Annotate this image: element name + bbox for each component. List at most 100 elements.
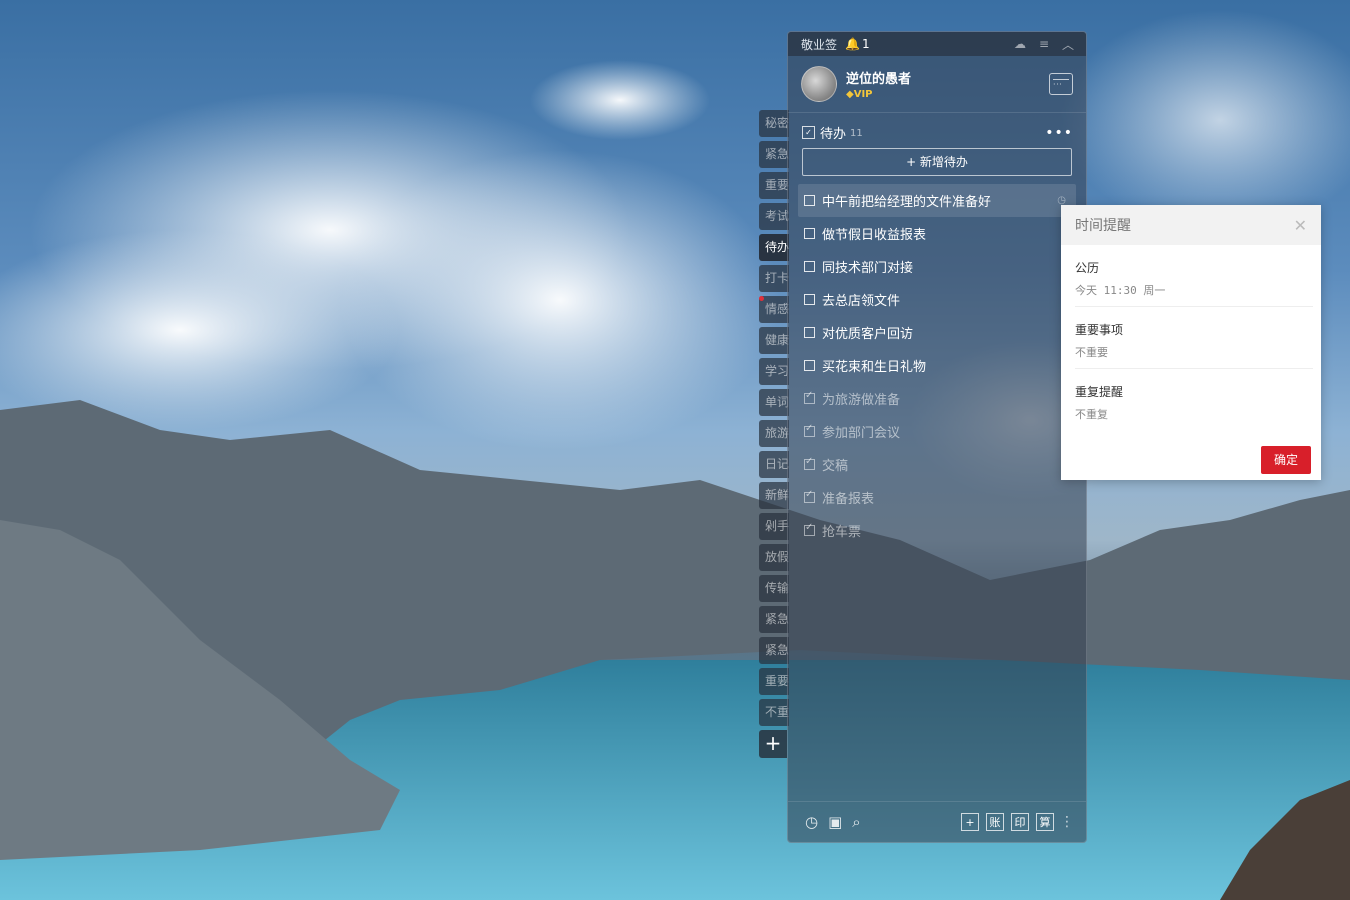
todo-checkbox[interactable] <box>804 360 815 371</box>
reminder-date-row[interactable]: 公历 今天 11:30 周一 <box>1075 245 1313 307</box>
row-label: 重复提醒 <box>1075 385 1124 399</box>
menu-icon[interactable]: ≡ <box>1034 37 1054 51</box>
avatar[interactable] <box>801 66 837 102</box>
row-value: 今天 11:30 周一 <box>1075 284 1166 297</box>
tab-category[interactable]: 日记 <box>759 451 789 478</box>
search-icon[interactable]: ⌕ <box>852 813 860 831</box>
todo-item[interactable]: 对优质客户回访 <box>788 316 1086 349</box>
calendar-icon[interactable] <box>1049 73 1073 95</box>
tab-category[interactable]: 重要 <box>759 172 789 199</box>
row-label: 公历 <box>1075 261 1100 275</box>
tab-category[interactable]: 学习 <box>759 358 789 385</box>
more-vertical-icon[interactable]: ⋮ <box>1060 814 1074 830</box>
section-title: 待办 <box>820 127 847 142</box>
tab-category[interactable]: 新鲜 <box>759 482 789 509</box>
todo-label: 同技术部门对接 <box>822 261 914 276</box>
notes-panel: 敬业签 🔔 1 ☁ ≡ ︿ 逆位的愚者 ◆VIP ✓ 待办 11 ••• + 新… <box>787 31 1087 843</box>
profile-header: 逆位的愚者 ◆VIP <box>788 56 1086 113</box>
panel-footer: ◷ ▣ ⌕ + 账 印 算 ⋮ <box>788 801 1086 842</box>
clock-icon[interactable]: ◷ <box>805 813 818 831</box>
tab-category[interactable]: 传输 <box>759 575 789 602</box>
cloud-sync-icon[interactable]: ☁ <box>1010 37 1030 51</box>
repeat-row[interactable]: 重复提醒 不重复 <box>1075 369 1313 430</box>
tab-category[interactable]: 紧急 <box>759 141 789 168</box>
tab-category[interactable]: 旅游 <box>759 420 789 447</box>
todo-checkbox-checked[interactable] <box>804 390 815 404</box>
notification-count: 1 <box>861 37 870 51</box>
todo-checkbox[interactable] <box>804 195 815 206</box>
todo-checkbox-checked[interactable] <box>804 423 815 437</box>
dialog-title: 时间提醒 <box>1075 218 1131 234</box>
todo-checkbox[interactable] <box>804 327 815 338</box>
category-tabs: 秘密 紧急 重要 考试 待办 打卡 情感 健康 学习 单词 旅游 日记 新鲜 剁… <box>759 110 789 758</box>
todo-list: 中午前把给经理的文件准备好 ◷ 做节假日收益报表 同技术部门对接 去总店领文件 … <box>788 184 1086 547</box>
todo-label: 中午前把给经理的文件准备好 <box>822 195 992 210</box>
new-todo-button[interactable]: + 新增待办 <box>802 148 1072 176</box>
app-title: 敬业签 <box>801 37 838 52</box>
todo-label: 做节假日收益报表 <box>822 228 927 243</box>
todo-label: 买花束和生日礼物 <box>822 360 927 375</box>
todo-item-done[interactable]: 交稿 <box>788 448 1086 481</box>
importance-row[interactable]: 重要事项 不重要 <box>1075 307 1313 369</box>
todo-item[interactable]: 去总店领文件 <box>788 283 1086 316</box>
todo-item[interactable]: 中午前把给经理的文件准备好 ◷ <box>798 184 1076 217</box>
tab-category[interactable]: 紧急 <box>759 637 789 664</box>
print-button[interactable]: 印 <box>1011 813 1029 831</box>
ledger-button[interactable]: 账 <box>986 813 1004 831</box>
unread-dot <box>759 296 764 301</box>
todo-label: 交稿 <box>822 459 849 474</box>
section-header: ✓ 待办 11 ••• <box>788 113 1086 148</box>
calculator-button[interactable]: 算 <box>1036 813 1054 831</box>
todo-checkbox[interactable] <box>804 261 815 272</box>
tab-category[interactable]: 不重 <box>759 699 789 726</box>
todo-label: 参加部门会议 <box>822 426 901 441</box>
user-name: 逆位的愚者 <box>846 72 912 87</box>
row-value: 不重要 <box>1075 346 1108 359</box>
todo-item-done[interactable]: 准备报表 <box>788 481 1086 514</box>
time-reminder-dialog: 时间提醒 ✕ 公历 今天 11:30 周一 重要事项 不重要 重复提醒 不重复 … <box>1061 205 1321 480</box>
dialog-header: 时间提醒 ✕ <box>1061 205 1321 245</box>
todo-label: 准备报表 <box>822 492 875 507</box>
todo-checkbox-checked[interactable] <box>804 456 815 470</box>
collapse-icon[interactable]: ︿ <box>1058 36 1078 53</box>
todo-label: 为旅游做准备 <box>822 393 901 408</box>
todo-item-done[interactable]: 抢车票 <box>788 514 1086 547</box>
tab-category[interactable]: 重要 <box>759 668 789 695</box>
tab-category[interactable]: 考试 <box>759 203 789 230</box>
tab-category[interactable]: 情感 <box>759 296 789 323</box>
todo-item[interactable]: 同技术部门对接 <box>788 250 1086 283</box>
titlebar: 敬业签 🔔 1 ☁ ≡ ︿ <box>788 32 1086 56</box>
tab-category[interactable]: 放假 <box>759 544 789 571</box>
tab-category[interactable]: 打卡 <box>759 265 789 292</box>
todo-item[interactable]: 做节假日收益报表 <box>788 217 1086 250</box>
diamond-icon: ◆ <box>846 89 854 100</box>
archive-icon[interactable]: ▣ <box>828 813 842 831</box>
todo-item[interactable]: 买花束和生日礼物 <box>788 349 1086 382</box>
tab-category-active[interactable]: 待办 <box>759 234 789 261</box>
todo-checkbox-checked[interactable] <box>804 489 815 503</box>
tab-category[interactable]: 秘密 <box>759 110 789 137</box>
tab-category[interactable]: 单词 <box>759 389 789 416</box>
section-count: 11 <box>850 128 863 139</box>
close-icon[interactable]: ✕ <box>1294 216 1307 235</box>
tab-category[interactable]: 健康 <box>759 327 789 354</box>
confirm-button[interactable]: 确定 <box>1261 446 1311 474</box>
tab-category[interactable]: 剁手 <box>759 513 789 540</box>
tab-category[interactable]: 紧急 <box>759 606 789 633</box>
todo-checkbox[interactable] <box>804 228 815 239</box>
row-label: 重要事项 <box>1075 323 1124 337</box>
todo-label: 抢车票 <box>822 525 862 540</box>
todo-checkbox-checked[interactable] <box>804 522 815 536</box>
todo-item-done[interactable]: 参加部门会议 <box>788 415 1086 448</box>
todo-item-done[interactable]: 为旅游做准备 <box>788 382 1086 415</box>
add-note-button[interactable]: + <box>961 813 979 831</box>
bell-icon[interactable]: 🔔 <box>845 37 860 51</box>
add-category-button[interactable]: + <box>759 730 787 758</box>
todo-checkbox[interactable] <box>804 294 815 305</box>
checklist-icon: ✓ <box>802 126 815 139</box>
vip-badge: VIP <box>853 89 873 100</box>
more-options-icon[interactable]: ••• <box>1045 125 1073 141</box>
todo-label: 对优质客户回访 <box>822 327 914 342</box>
row-value: 不重复 <box>1075 408 1108 421</box>
todo-label: 去总店领文件 <box>822 294 901 309</box>
